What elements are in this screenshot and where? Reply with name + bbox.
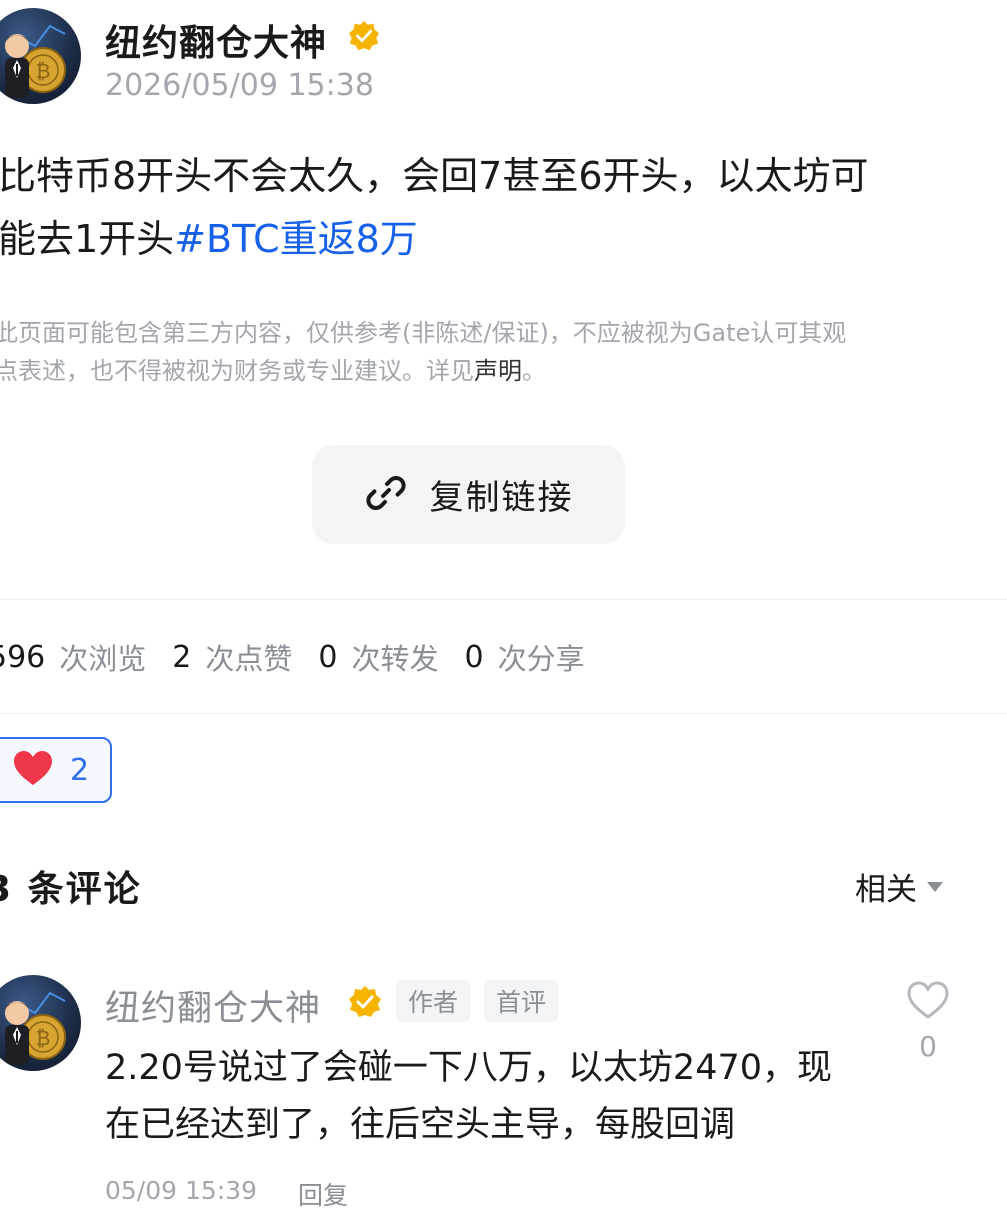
disclaimer-line2-text: 点表述，也不得被视为财务或专业建议。详见 — [0, 357, 474, 385]
post-text-line2: 能去1开头#BTC重返8万 — [0, 208, 958, 271]
disclaimer-statement-link[interactable]: 声明 — [474, 357, 522, 385]
first-comment-tag: 首评 — [484, 980, 559, 1022]
sort-label: 相关 — [855, 872, 917, 908]
author-avatar[interactable]: ₿ — [0, 8, 81, 104]
heart-reaction-button[interactable]: 2 — [0, 737, 112, 803]
disclaimer-end: 。 — [522, 357, 546, 385]
comment-like-button[interactable] — [906, 980, 950, 1024]
sort-dropdown[interactable]: 相关 — [855, 864, 943, 909]
heart-icon — [12, 749, 54, 791]
disclaimer-line2: 点表述，也不得被视为财务或专业建议。详见声明。 — [0, 352, 964, 390]
likes-label: 次点赞 — [205, 642, 293, 676]
link-icon — [364, 471, 408, 519]
copy-link-label: 复制链接 — [429, 478, 574, 518]
verified-badge-icon — [348, 985, 382, 1023]
comment-time: 05/09 15:39 — [105, 1176, 258, 1205]
post-stats: 596 次浏览 2 次点赞 0 次转发 0 次分享 — [0, 635, 611, 679]
avatar-icon: ₿ — [4, 991, 66, 1065]
divider — [0, 599, 1007, 600]
divider — [0, 713, 1007, 714]
comment-text-line2: 在已经达到了，往后空头主导，每股回调 — [105, 1105, 736, 1145]
hashtag-link[interactable]: #BTC重返8万 — [174, 217, 418, 261]
copy-link-button[interactable]: 复制链接 — [312, 445, 625, 544]
reposts-count: 0 — [318, 639, 338, 675]
shares-label: 次分享 — [497, 642, 585, 676]
post-time: 2026/05/09 15:38 — [105, 68, 374, 103]
author-tag: 作者 — [396, 980, 471, 1022]
likes-count: 2 — [172, 639, 192, 675]
post-content: 比特币8开头不会太久，会回7甚至6开头，以太坊可 能去1开头#BTC重返8万 — [0, 145, 958, 271]
author-name[interactable]: 纽约翻仓大神 — [105, 14, 327, 66]
heart-outline-icon — [906, 981, 950, 1024]
caret-down-icon — [927, 877, 943, 896]
comment-avatar[interactable]: ₿ — [0, 975, 81, 1071]
reply-button[interactable]: 回复 — [298, 1176, 348, 1212]
comments-title: 3 条评论 — [0, 869, 142, 910]
disclaimer-line1: 此页面可能包含第三方内容，仅供参考(非陈述/保证)，不应被视为Gate认可其观 — [0, 319, 847, 347]
comment-text-line1: 2.20号说过了会碰一下八万，以太坊2470，现 — [105, 1048, 833, 1088]
svg-text:₿: ₿ — [36, 59, 51, 83]
reposts-label: 次转发 — [351, 642, 439, 676]
post-text-line2-prefix: 能去1开头 — [0, 217, 175, 261]
svg-text:₿: ₿ — [36, 1026, 51, 1050]
views-label: 次浏览 — [59, 642, 147, 676]
avatar-icon: ₿ — [4, 24, 66, 98]
comment-author-name[interactable]: 纽约翻仓大神 — [105, 980, 321, 1031]
verified-badge-icon — [348, 20, 380, 56]
comment-like-count: 0 — [919, 1030, 937, 1063]
post-text-line1: 比特币8开头不会太久，会回7甚至6开头，以太坊可 — [0, 154, 869, 198]
disclaimer: 此页面可能包含第三方内容，仅供参考(非陈述/保证)，不应被视为Gate认可其观 … — [0, 314, 964, 390]
heart-reaction-count: 2 — [70, 752, 90, 788]
views-count: 596 — [0, 639, 46, 675]
author-name-text[interactable]: 纽约翻仓大神 — [105, 23, 327, 64]
comment-text: 2.20号说过了会碰一下八万，以太坊2470，现 在已经达到了，往后空头主导，每… — [105, 1040, 895, 1154]
shares-count: 0 — [464, 639, 484, 675]
